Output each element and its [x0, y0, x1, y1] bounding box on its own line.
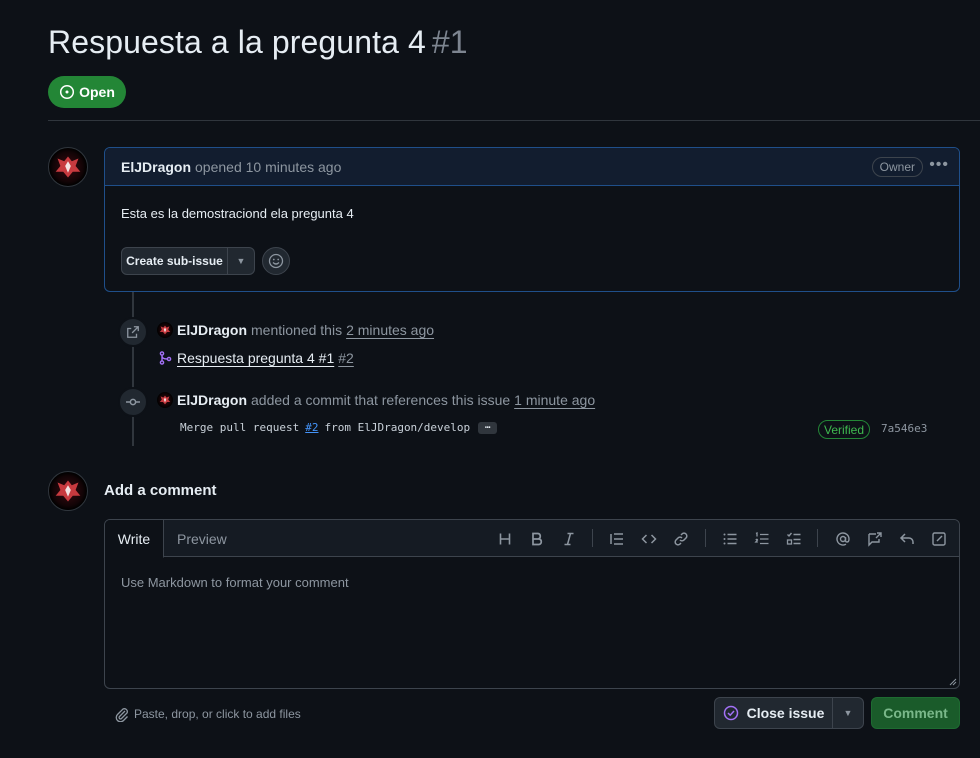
attach-files-text[interactable]: Paste, drop, or click to add files — [134, 707, 301, 721]
merged-pr-icon — [159, 351, 172, 365]
commit-badge — [118, 387, 148, 417]
paperclip-icon — [115, 708, 128, 722]
close-issue-label: Close issue — [746, 705, 825, 721]
task-list-icon[interactable] — [783, 528, 805, 550]
unordered-list-icon[interactable] — [719, 528, 741, 550]
fullscreen-icon[interactable] — [928, 528, 950, 550]
smiley-icon — [268, 253, 284, 269]
comment-meta[interactable]: opened 10 minutes ago — [195, 159, 341, 175]
commit-time[interactable]: 1 minute ago — [514, 392, 595, 408]
referenced-pr-number[interactable]: #2 — [338, 350, 354, 366]
editor-toolbar: Write Preview — [105, 520, 959, 558]
issue-number: #1 — [431, 24, 468, 60]
mention-icon[interactable] — [832, 528, 854, 550]
tab-write[interactable]: Write — [105, 520, 164, 558]
commit-pr-link[interactable]: #2 — [305, 421, 318, 434]
author-avatar[interactable] — [48, 147, 88, 187]
reply-icon[interactable] — [896, 528, 918, 550]
ordered-list-icon[interactable] — [751, 528, 773, 550]
comment-options-icon[interactable]: ••• — [929, 157, 949, 173]
heading-icon[interactable] — [494, 528, 516, 550]
create-sub-issue-dropdown[interactable]: ▼ — [228, 247, 255, 275]
create-sub-issue-button[interactable]: Create sub-issue — [121, 247, 228, 275]
cross-reference-icon[interactable] — [864, 528, 886, 550]
referenced-pr-title[interactable]: Respuesta pregunta 4 #1 — [177, 350, 334, 366]
mention-author[interactable]: ElJDragon — [177, 322, 247, 338]
header-divider — [48, 120, 980, 121]
mention-time[interactable]: 2 minutes ago — [346, 322, 434, 338]
close-issue-dropdown[interactable]: ▼ — [833, 697, 864, 729]
cross-reference-icon — [127, 326, 139, 338]
italic-icon[interactable] — [558, 528, 580, 550]
owner-badge: Owner — [871, 157, 923, 177]
comment-author[interactable]: ElJDragon — [121, 159, 191, 175]
git-commit-icon — [126, 398, 140, 406]
comment-textarea[interactable]: Use Markdown to format your comment — [105, 557, 959, 608]
add-reaction-button[interactable] — [262, 247, 290, 275]
commit-event: ElJDragon added a commit that references… — [157, 392, 595, 408]
toolbar-divider — [817, 529, 818, 547]
current-user-avatar[interactable] — [48, 471, 88, 511]
resize-handle-icon[interactable] — [949, 678, 957, 686]
close-issue-group: Close issue ▼ — [714, 697, 864, 729]
issue-state-badge: Open — [48, 76, 126, 108]
commit-message-prefix[interactable]: Merge pull request — [180, 421, 299, 434]
close-issue-button[interactable]: Close issue — [714, 697, 833, 729]
code-icon[interactable] — [638, 528, 660, 550]
toolbar-divider — [592, 529, 593, 547]
cross-reference-badge — [118, 317, 148, 347]
referenced-pr[interactable]: Respuesta pregunta 4 #1 #2 — [157, 350, 354, 366]
tab-preview[interactable]: Preview — [177, 520, 227, 557]
toolbar-divider — [705, 529, 706, 547]
mention-event: ElJDragon mentioned this 2 minutes ago — [157, 322, 434, 338]
verified-badge[interactable]: Verified — [818, 420, 871, 439]
commit-author[interactable]: ElJDragon — [177, 392, 247, 408]
mention-action: mentioned this — [251, 322, 343, 338]
mention-avatar[interactable] — [157, 322, 173, 338]
commit-action: added a commit that references this issu… — [251, 392, 511, 408]
issue-state-label: Open — [79, 84, 115, 100]
create-sub-issue-group: Create sub-issue ▼ — [121, 247, 255, 275]
commit-message: Merge pull request #2 from ElJDragon/dev… — [180, 421, 498, 434]
comment-header: ElJDragon opened 10 minutes ago — [105, 148, 959, 186]
comment-submit-button[interactable]: Comment — [871, 697, 960, 729]
issue-title-text: Respuesta a la pregunta 4 — [48, 24, 426, 60]
commit-message-suffix[interactable]: from ElJDragon/develop — [324, 421, 470, 434]
issue-title: Respuesta a la pregunta 4 #1 — [48, 24, 468, 61]
issue-closed-icon — [723, 705, 738, 721]
issue-open-icon — [60, 84, 75, 100]
chevron-down-icon: ▼ — [843, 708, 853, 718]
add-comment-heading: Add a comment — [104, 482, 217, 499]
link-icon[interactable] — [670, 528, 692, 550]
expand-commit-button[interactable]: … — [478, 421, 498, 434]
bold-icon[interactable] — [526, 528, 548, 550]
comment-editor: Write Preview Use Markdown to format you… — [104, 519, 960, 689]
chevron-down-icon: ▼ — [236, 256, 246, 266]
commit-avatar[interactable] — [157, 392, 173, 408]
timeline-line — [132, 292, 134, 446]
commit-sha[interactable]: 7a546e3 — [881, 422, 927, 435]
comment-body: Esta es la demostraciond ela pregunta 4 — [121, 206, 354, 221]
issue-comment: ElJDragon opened 10 minutes ago Owner ••… — [104, 147, 960, 292]
attach-files[interactable]: Paste, drop, or click to add files — [114, 706, 301, 722]
quote-icon[interactable] — [606, 528, 628, 550]
